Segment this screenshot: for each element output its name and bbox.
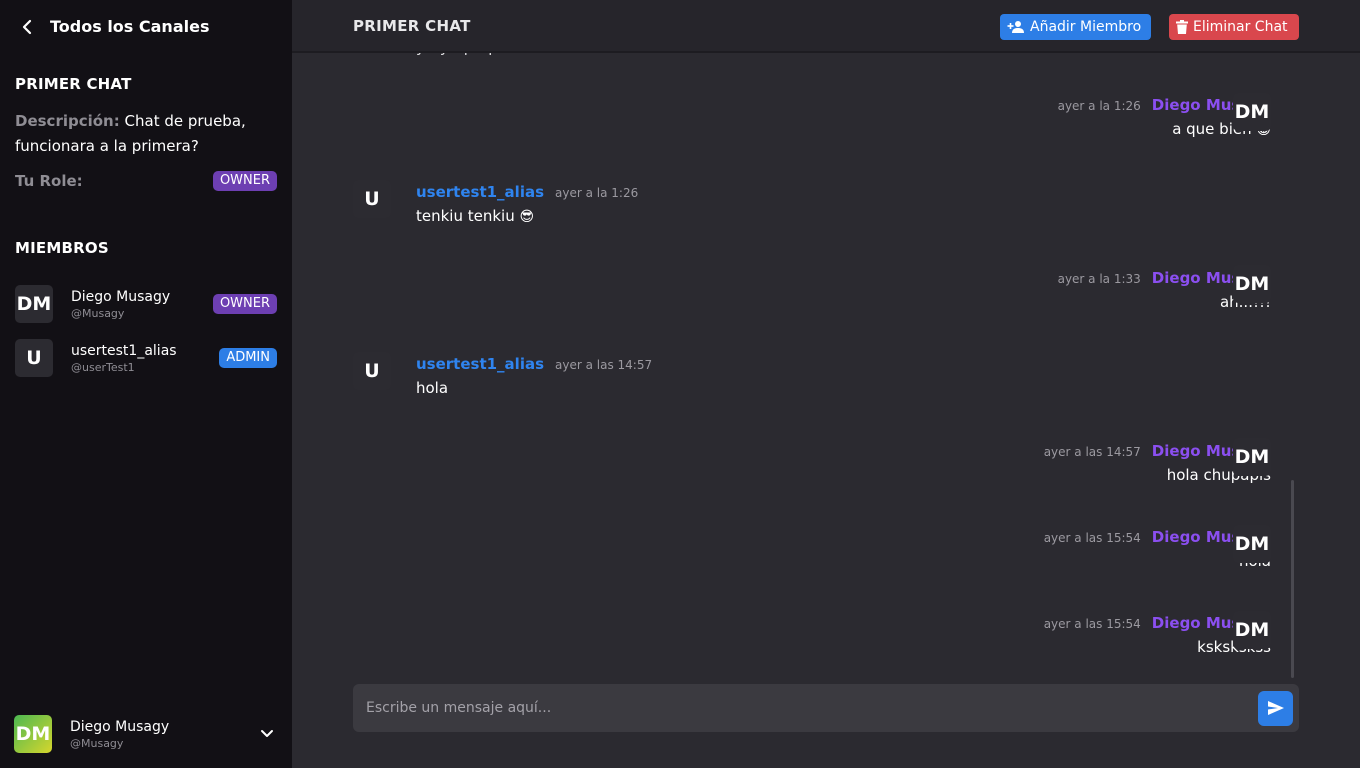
role-badge: OWNER bbox=[212, 171, 277, 191]
all-channels-link[interactable]: Todos los Canales bbox=[50, 17, 209, 36]
avatar: DM bbox=[15, 285, 53, 323]
message-time: ayer a las 14:57 bbox=[1043, 445, 1141, 459]
role-label: Tu Role: bbox=[15, 172, 83, 190]
avatar[interactable]: U bbox=[353, 180, 391, 218]
page-title: PRIMER CHAT bbox=[353, 16, 471, 35]
avatar[interactable]: DM bbox=[1233, 525, 1271, 563]
message-time: ayer a la 1:33 bbox=[1057, 272, 1141, 286]
message-composer bbox=[353, 684, 1299, 732]
message-author[interactable]: usertest1_alias bbox=[416, 183, 544, 201]
members-list: DM Diego Musagy @Musagy OWNER U usertest… bbox=[15, 277, 277, 385]
role-row: Tu Role: OWNER bbox=[15, 171, 277, 191]
message-author[interactable]: usertest1_alias bbox=[416, 355, 544, 373]
message-list[interactable]: y…y…p…p ayer a la 1:26 Diego Musagy a qu… bbox=[292, 0, 1360, 680]
chevron-down-icon[interactable] bbox=[257, 724, 277, 744]
description-label: Descripción: bbox=[15, 112, 120, 130]
avatar[interactable]: DM bbox=[1233, 93, 1271, 131]
member-handle: @userTest1 bbox=[71, 360, 135, 374]
trash-icon bbox=[1176, 20, 1188, 34]
chat-info: PRIMER CHAT Descripción: Chat de prueba,… bbox=[0, 75, 292, 385]
avatar[interactable]: DM bbox=[1233, 611, 1271, 649]
current-user-handle: @Musagy bbox=[70, 736, 124, 750]
avatar[interactable]: DM bbox=[1233, 265, 1271, 303]
chat-topbar: PRIMER CHAT Añadir Miembro Eliminar Chat bbox=[292, 0, 1360, 53]
avatar: U bbox=[15, 339, 53, 377]
member-name: Diego Musagy bbox=[71, 288, 171, 305]
delete-chat-label: Eliminar Chat bbox=[1193, 19, 1288, 35]
sidebar-header: Todos los Canales bbox=[0, 0, 292, 53]
message: usertest1_alias ayer a las 14:57 hola bbox=[416, 355, 652, 397]
message-time: ayer a las 15:54 bbox=[1043, 617, 1141, 631]
send-icon bbox=[1267, 701, 1284, 715]
member-item[interactable]: DM Diego Musagy @Musagy OWNER bbox=[15, 277, 277, 331]
add-member-button[interactable]: Añadir Miembro bbox=[1000, 14, 1151, 40]
avatar: DM bbox=[14, 715, 52, 753]
message-time: ayer a la 1:26 bbox=[1057, 99, 1141, 113]
member-role-badge: OWNER bbox=[212, 294, 277, 314]
current-user-name: Diego Musagy bbox=[70, 718, 170, 735]
sidebar: Todos los Canales PRIMER CHAT Descripció… bbox=[0, 0, 292, 768]
message-time: ayer a las 14:57 bbox=[555, 358, 653, 372]
current-user[interactable]: DM Diego Musagy @Musagy bbox=[0, 700, 292, 768]
send-button[interactable] bbox=[1258, 690, 1293, 726]
message: usertest1_alias ayer a la 1:26 tenkiu te… bbox=[416, 183, 638, 225]
chat-name: PRIMER CHAT bbox=[15, 75, 132, 93]
avatar[interactable]: DM bbox=[1233, 438, 1271, 476]
chat-main: y…y…p…p ayer a la 1:26 Diego Musagy a qu… bbox=[292, 0, 1360, 768]
message-text: hola bbox=[416, 379, 449, 397]
message-input[interactable] bbox=[366, 700, 1258, 716]
message-time: ayer a las 15:54 bbox=[1043, 531, 1141, 545]
delete-chat-button[interactable]: Eliminar Chat bbox=[1169, 14, 1299, 40]
member-item[interactable]: U usertest1_alias @userTest1 ADMIN bbox=[15, 331, 277, 385]
person-add-icon bbox=[1007, 21, 1024, 33]
members-title: MIEMBROS bbox=[15, 239, 109, 257]
member-handle: @Musagy bbox=[71, 306, 125, 320]
scrollbar[interactable] bbox=[1291, 480, 1294, 678]
sunglasses-emoji-icon: 😎 bbox=[519, 209, 535, 225]
message-text: tenkiu tenkiu bbox=[416, 207, 515, 225]
add-member-label: Añadir Miembro bbox=[1030, 19, 1142, 35]
message-time: ayer a la 1:26 bbox=[555, 186, 639, 200]
chat-description: Descripción: Chat de prueba, funcionara … bbox=[15, 109, 277, 159]
member-role-badge: ADMIN bbox=[219, 348, 277, 368]
avatar[interactable]: U bbox=[353, 352, 391, 390]
chevron-left-icon[interactable] bbox=[16, 16, 38, 38]
member-name: usertest1_alias bbox=[71, 342, 177, 359]
